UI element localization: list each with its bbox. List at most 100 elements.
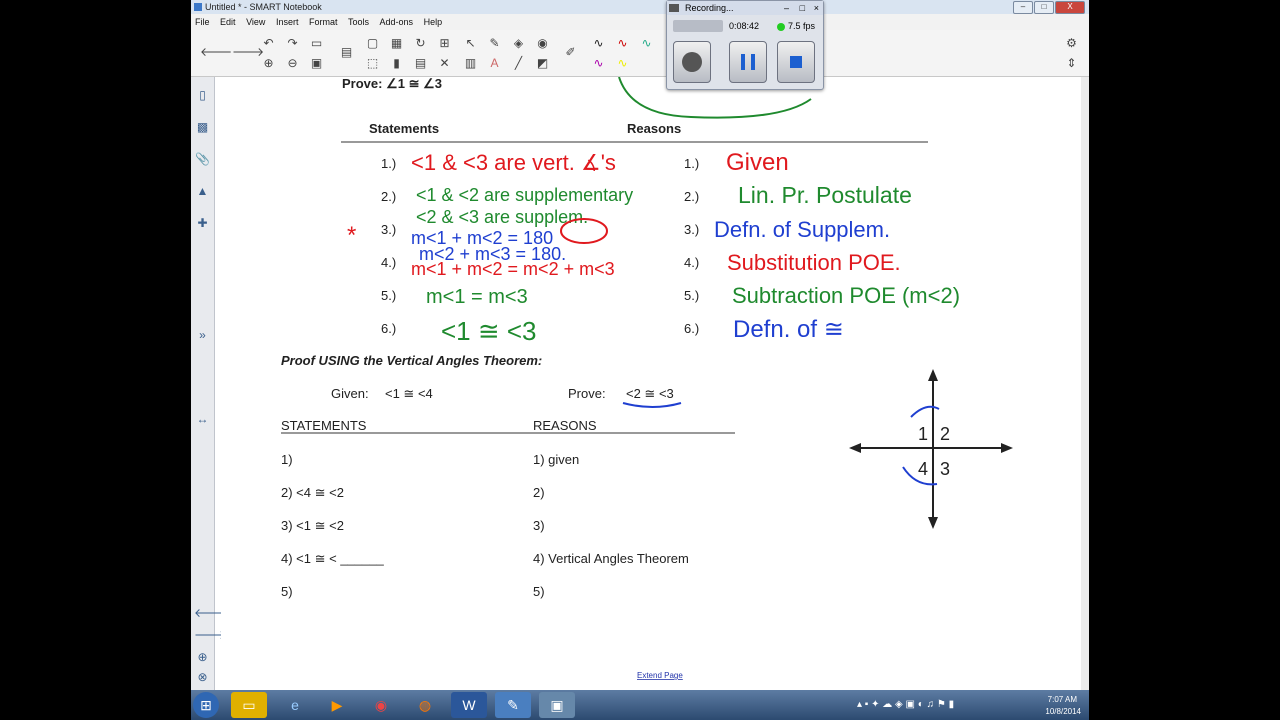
pen-style-yellow-icon[interactable]: ∿	[613, 54, 632, 73]
recorder-mode-dropdown[interactable]	[673, 20, 723, 32]
forward-arrow-icon[interactable]: 🡒	[231, 43, 264, 62]
chrome-icon[interactable]: ◉	[363, 692, 399, 718]
delete-page-side-icon[interactable]: ⊗	[194, 669, 211, 686]
firefox-icon[interactable]: ◍	[407, 692, 443, 718]
add-page-side-icon[interactable]: ⊕	[194, 649, 211, 666]
pause-button[interactable]	[729, 41, 767, 83]
stop-button[interactable]	[777, 41, 815, 83]
delete-page-icon[interactable]: ⊖	[283, 54, 302, 73]
recorder-minimize-button[interactable]: –	[784, 1, 789, 15]
settings-gear-icon[interactable]: ⚙	[1062, 34, 1081, 53]
menu-format[interactable]: Format	[305, 14, 342, 30]
row-number: 4.)	[381, 255, 396, 270]
page-canvas: Prove: ∠1 ≅ ∠3 Statements Reasons 1.) 2.…	[281, 76, 1013, 680]
reason-number: 6.)	[684, 321, 699, 336]
tray-icons[interactable]: ▴ ▪ ✦ ☁ ◈ ▣ ◐ ♫ ⚑ ▮	[857, 699, 954, 710]
resize-handle-icon[interactable]: ↔	[194, 411, 211, 428]
vertical-scrollbar[interactable]	[1081, 77, 1089, 690]
prove-underline-annotation	[622, 402, 682, 408]
menu-help[interactable]: Help	[420, 14, 447, 30]
pen-icon[interactable]: ✎	[485, 34, 504, 53]
addons-icon[interactable]: ✚	[194, 215, 211, 232]
explorer-icon[interactable]: ▭	[231, 692, 267, 718]
prove-label: Prove:	[568, 386, 606, 401]
prove-top-text: Prove: ∠1 ≅ ∠3	[342, 77, 442, 91]
menu-view[interactable]: View	[242, 14, 269, 30]
maximize-button[interactable]: □	[1034, 1, 1054, 14]
line-icon[interactable]: ╱	[509, 54, 528, 73]
angle-label-4: 4	[918, 459, 928, 479]
side-tabs: ▯ ▩ 📎 ▲ ✚ » ↔ 🡐 🡒 ⊕ ⊗	[191, 77, 226, 690]
delete-icon[interactable]: ✕	[435, 54, 454, 73]
properties-icon[interactable]: ▲	[194, 183, 211, 200]
recorder-elapsed: 0:08:42	[729, 21, 760, 31]
media-player-icon[interactable]: ▶	[319, 692, 355, 718]
title-bar: Untitled * - SMART Notebook – □ X	[191, 0, 1089, 14]
extend-page-link[interactable]: Extend Page	[637, 671, 683, 680]
recorder-restore-button[interactable]: □	[800, 1, 805, 15]
reset-page-icon[interactable]: ↻	[411, 34, 430, 53]
gallery-icon[interactable]: ▩	[194, 119, 211, 136]
row-number: 3.)	[381, 222, 396, 237]
highlighter-icon[interactable]: ▥	[461, 54, 480, 73]
back-arrow-icon[interactable]: 🡐	[199, 43, 232, 62]
move-toolbar-icon[interactable]: ⇕	[1062, 54, 1081, 73]
given-value: <1 ≅ <4	[385, 386, 433, 401]
recorder-title: Recording...	[685, 3, 734, 13]
minimize-button[interactable]: –	[1013, 1, 1033, 14]
proof2-title: Proof USING the Vertical Angles Theorem:	[281, 353, 542, 368]
redo-icon[interactable]: ↷	[283, 34, 302, 53]
attachments-icon[interactable]: 📎	[194, 151, 211, 168]
menu-tools[interactable]: Tools	[344, 14, 373, 30]
open-folder-icon[interactable]: ▭	[307, 34, 326, 53]
reason-number: 1.)	[684, 156, 699, 171]
paste-icon[interactable]: ▢	[363, 34, 382, 53]
notebook-icon[interactable]: ✎	[495, 692, 531, 718]
toolbar-right-panel: ⚙ ⇕	[1056, 30, 1089, 76]
screen-capture-icon[interactable]: ▦	[387, 34, 406, 53]
hand-statement-1: <1 & <3 are vert. ∡'s	[411, 150, 616, 175]
start-button-icon[interactable]: ⊞	[193, 692, 219, 718]
select-arrow-icon[interactable]: ↖	[461, 34, 480, 53]
hand-statement-2b: <2 & <3 are supplem.	[416, 207, 588, 227]
menu-file[interactable]: File	[191, 14, 214, 30]
eraser-icon[interactable]: ◈	[509, 34, 528, 53]
menu-edit[interactable]: Edit	[216, 14, 240, 30]
grid-icon[interactable]: ▤	[411, 54, 430, 73]
table-icon[interactable]: ⊞	[435, 34, 454, 53]
recorder-close-button[interactable]: ×	[814, 1, 819, 15]
pen-properties-icon[interactable]: ✐	[561, 43, 580, 62]
menu-insert[interactable]: Insert	[272, 14, 303, 30]
page-sorter-icon[interactable]: ▯	[194, 87, 211, 104]
stmt2-row: 1)	[281, 452, 293, 467]
window-title: Untitled * - SMART Notebook	[205, 2, 322, 12]
expand-sidebar-icon[interactable]: »	[194, 327, 211, 344]
internet-explorer-icon[interactable]: e	[277, 692, 313, 718]
pen-style-black-icon[interactable]: ∿	[589, 34, 608, 53]
save-icon[interactable]: ▣	[307, 54, 326, 73]
record-button[interactable]	[673, 41, 711, 83]
eraser-tool-icon[interactable]: ◩	[533, 54, 552, 73]
next-page-icon[interactable]: 🡒	[194, 627, 226, 644]
text-icon[interactable]: A	[485, 54, 504, 73]
pen-style-purple-icon[interactable]: ∿	[589, 54, 608, 73]
recorder-app-icon[interactable]: ▣	[539, 692, 575, 718]
smart-notebook-window: Untitled * - SMART Notebook – □ X File E…	[191, 0, 1089, 690]
stmt2-row: 5)	[281, 584, 293, 599]
add-page-icon[interactable]: ⊕	[259, 54, 278, 73]
screen-shade-icon[interactable]: ▮	[387, 54, 406, 73]
hand-statement-4: m<1 + m<2 = m<2 + m<3	[411, 259, 615, 279]
close-button[interactable]: X	[1055, 1, 1085, 14]
tray-date: 10/8/2014	[1045, 707, 1081, 716]
display-icon[interactable]: ▤	[337, 43, 356, 62]
pen-style-green-icon[interactable]: ∿	[637, 34, 656, 53]
menu-addons[interactable]: Add-ons	[376, 14, 418, 30]
menu-bar: File Edit View Insert Format Tools Add-o…	[191, 14, 1089, 30]
full-screen-icon[interactable]: ⬚	[363, 54, 382, 73]
word-icon[interactable]: W	[451, 692, 487, 718]
prev-page-icon[interactable]: 🡐	[194, 605, 226, 622]
fill-icon[interactable]: ◉	[533, 34, 552, 53]
undo-icon[interactable]: ↶	[259, 34, 278, 53]
pen-style-red-icon[interactable]: ∿	[613, 34, 632, 53]
pause-icon	[741, 54, 755, 70]
